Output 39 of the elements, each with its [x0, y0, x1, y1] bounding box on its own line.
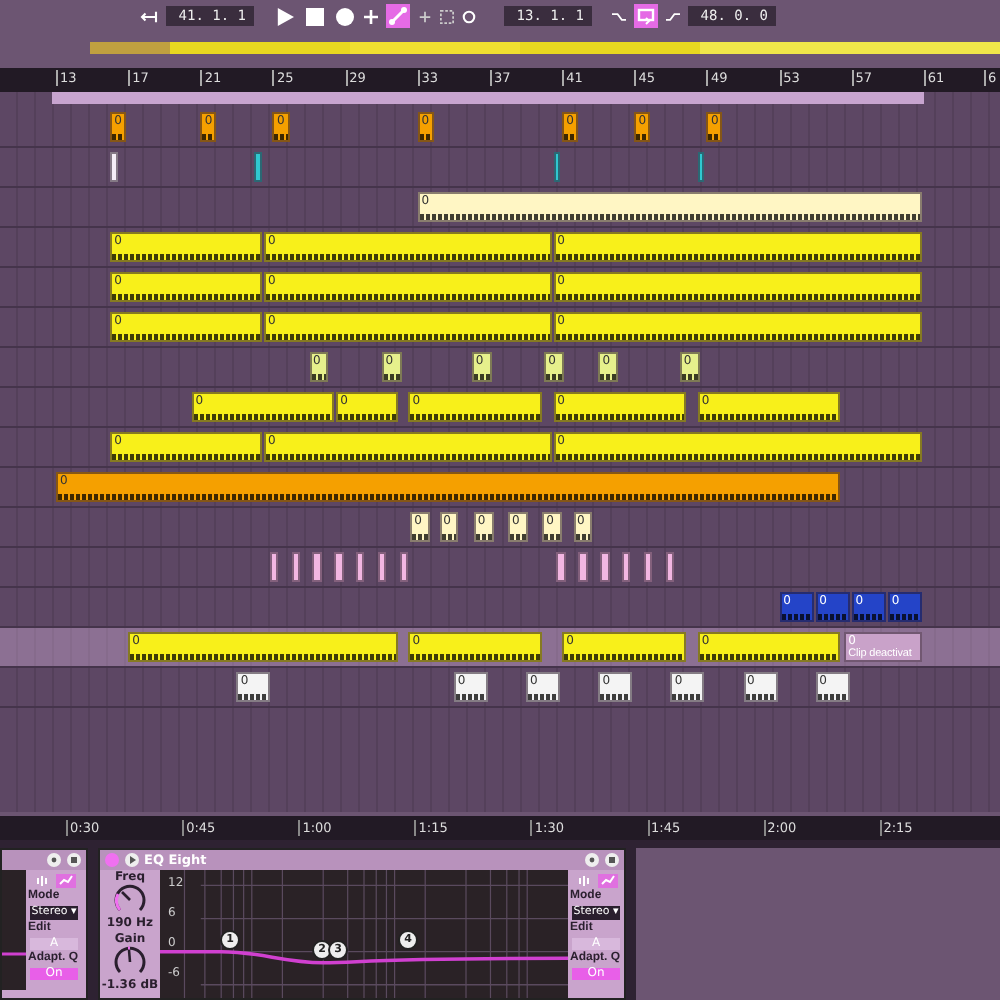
- play-icon[interactable]: [276, 7, 294, 25]
- circle-icon[interactable]: [462, 9, 476, 23]
- clip[interactable]: [291, 552, 300, 582]
- clip[interactable]: [621, 552, 631, 582]
- clip[interactable]: [269, 552, 279, 582]
- clip[interactable]: [377, 552, 387, 582]
- save-icon[interactable]: [66, 852, 82, 868]
- gain-knob[interactable]: [114, 946, 146, 978]
- clip[interactable]: [356, 552, 365, 582]
- clip[interactable]: [643, 552, 653, 582]
- follow-icon[interactable]: [140, 9, 158, 23]
- punch-in-icon[interactable]: [612, 9, 626, 23]
- clip[interactable]: [254, 152, 262, 182]
- stop-icon[interactable]: [306, 7, 324, 25]
- settings-icon[interactable]: [584, 852, 600, 868]
- punch-out-icon[interactable]: [666, 9, 680, 23]
- plus-icon[interactable]: [418, 9, 432, 23]
- clip[interactable]: [600, 552, 610, 582]
- clip[interactable]: [556, 552, 566, 582]
- track-lane[interactable]: [0, 548, 1000, 588]
- record-icon[interactable]: [336, 7, 354, 25]
- clip[interactable]: [665, 552, 675, 582]
- spectrum-icon[interactable]: [56, 874, 76, 888]
- settings-icon[interactable]: [46, 852, 62, 868]
- clip[interactable]: [578, 552, 588, 582]
- save-icon[interactable]: [604, 852, 620, 868]
- clip[interactable]: [334, 552, 344, 582]
- clip[interactable]: [110, 152, 118, 182]
- automation-arm-icon[interactable]: [386, 4, 410, 28]
- clip[interactable]: [312, 552, 322, 582]
- clip[interactable]: [399, 552, 409, 582]
- spectrum-icon[interactable]: [598, 874, 618, 888]
- play-icon[interactable]: [124, 852, 140, 868]
- capture-icon[interactable]: [440, 9, 454, 23]
- track-lane[interactable]: [0, 148, 1000, 188]
- clip[interactable]: [553, 152, 561, 182]
- loop-icon[interactable]: [634, 4, 658, 28]
- freq-knob[interactable]: [114, 884, 146, 916]
- clip[interactable]: [697, 152, 705, 182]
